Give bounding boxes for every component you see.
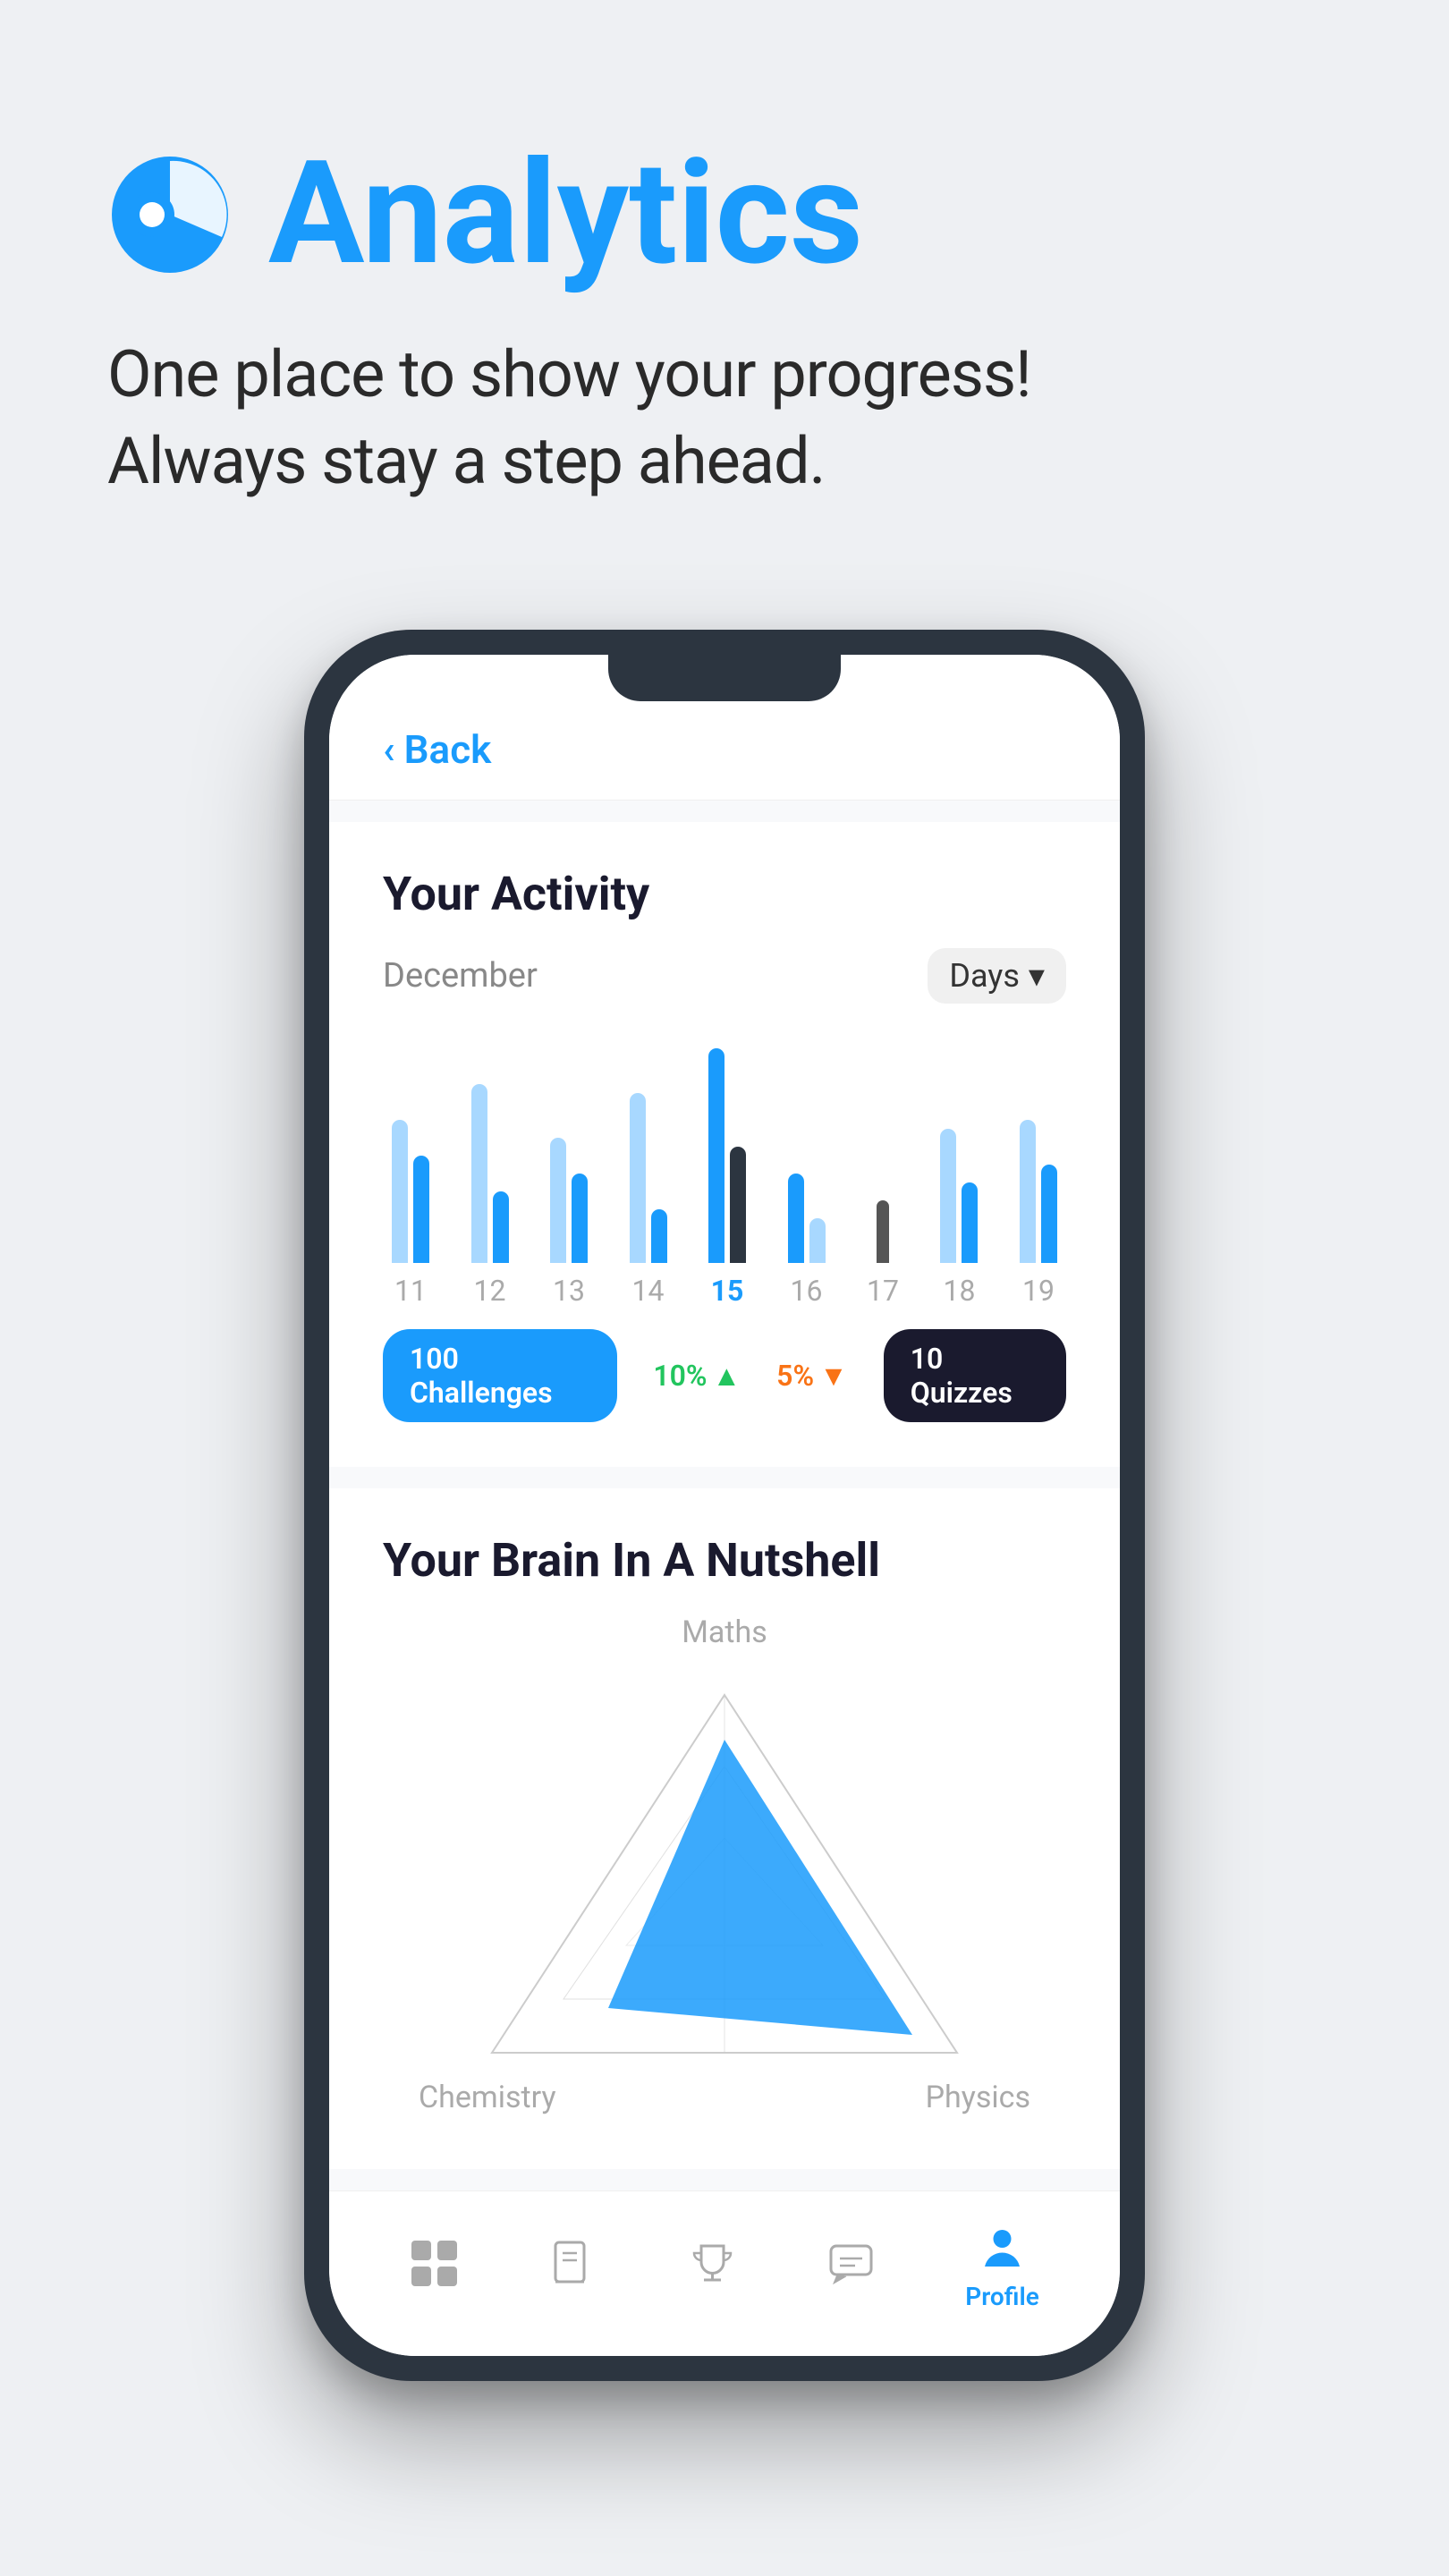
- radar-label-physics: Physics: [926, 2080, 1030, 2115]
- bar-group-17: 17: [867, 1030, 899, 1308]
- up-arrow-icon: ▲: [713, 1359, 741, 1393]
- back-label: Back: [404, 726, 492, 773]
- bar-dark-19: [1041, 1165, 1057, 1263]
- challenges-badge: 100 Challenges: [383, 1329, 617, 1422]
- header-section: Analytics One place to show your progres…: [0, 0, 1449, 558]
- bar-light-18: [940, 1129, 956, 1263]
- phone-container: ‹ Back Your Activity December Days ▾: [0, 630, 1449, 2381]
- bar-light-13: [550, 1138, 566, 1263]
- bar-black-15: [730, 1147, 746, 1263]
- person-icon: [978, 2224, 1027, 2273]
- down-stat: 5% ▼: [776, 1359, 848, 1393]
- title-row: Analytics: [107, 143, 1342, 286]
- trophy-icon: [688, 2239, 737, 2288]
- bottom-nav: Profile: [329, 2190, 1120, 2356]
- brain-section: Your Brain In A Nutshell Maths: [329, 1488, 1120, 2169]
- subtitle: One place to show your progress! Always …: [107, 331, 1342, 504]
- bar-group-11: 11: [392, 1030, 429, 1308]
- bar-wrapper-16: [788, 1030, 826, 1263]
- bar-light-16: [809, 1218, 826, 1263]
- bar-group-12: 12: [471, 1030, 509, 1308]
- days-label: Days: [949, 957, 1020, 995]
- bar-dark-15: [708, 1048, 724, 1263]
- bar-label-12: 12: [474, 1274, 506, 1308]
- bar-label-19: 19: [1022, 1274, 1055, 1308]
- bar-label-18: 18: [943, 1274, 975, 1308]
- nav-item-profile[interactable]: Profile: [965, 2224, 1039, 2311]
- challenges-label: Challenges: [410, 1376, 553, 1410]
- radar-svg: [447, 1668, 1002, 2097]
- bar-wrapper-14: [630, 1030, 667, 1263]
- dropdown-arrow-icon: ▾: [1029, 957, 1045, 995]
- bar-label-13: 13: [553, 1274, 585, 1308]
- bar-light-19: [1020, 1120, 1036, 1263]
- down-percent: 5%: [776, 1359, 814, 1393]
- bar-group-19: 19: [1020, 1030, 1057, 1308]
- bar-label-15: 15: [711, 1274, 744, 1308]
- screen-content: ‹ Back Your Activity December Days ▾: [329, 655, 1120, 2356]
- days-dropdown[interactable]: Days ▾: [928, 948, 1066, 1004]
- bar-dark-11: [413, 1156, 429, 1263]
- phone-frame: ‹ Back Your Activity December Days ▾: [304, 630, 1145, 2381]
- phone-screen: ‹ Back Your Activity December Days ▾: [329, 655, 1120, 2356]
- radar-label-maths: Maths: [682, 1614, 767, 1650]
- bar-chart: 11 12: [383, 1039, 1066, 1308]
- bar-label-17: 17: [867, 1274, 899, 1308]
- grid-icon: [410, 2239, 459, 2288]
- bar-group-13: 13: [550, 1030, 588, 1308]
- month-label: December: [383, 956, 538, 996]
- brain-title: Your Brain In A Nutshell: [383, 1533, 1066, 1588]
- bar-wrapper-12: [471, 1030, 509, 1263]
- page-title: Analytics: [268, 143, 863, 286]
- down-arrow-icon: ▼: [819, 1359, 848, 1393]
- bar-dark-13: [572, 1174, 588, 1263]
- bar-group-15: 15: [708, 1030, 746, 1308]
- bar-wrapper-11: [392, 1030, 429, 1263]
- nav-item-home[interactable]: [410, 2239, 459, 2297]
- bar-dark-12: [493, 1191, 509, 1263]
- stats-row: 100 Challenges 10% ▲ 5% ▼ 10: [383, 1329, 1066, 1422]
- bar-group-18: 18: [940, 1030, 978, 1308]
- phone-notch: [608, 655, 841, 701]
- bar-dark-14: [651, 1209, 667, 1263]
- quizzes-count: 10: [911, 1342, 944, 1376]
- bar-wrapper-15: [708, 1030, 746, 1263]
- bar-black-17: [877, 1200, 889, 1263]
- activity-section: Your Activity December Days ▾: [329, 822, 1120, 1467]
- up-stat: 10% ▲: [653, 1359, 741, 1393]
- bar-light-12: [471, 1084, 487, 1263]
- bar-group-16: 16: [788, 1030, 826, 1308]
- radar-label-chemistry: Chemistry: [419, 2080, 556, 2115]
- nav-label-profile: Profile: [965, 2282, 1039, 2311]
- bar-wrapper-17: [877, 1030, 889, 1263]
- radar-chart: Maths: [383, 1614, 1066, 2115]
- bar-wrapper-19: [1020, 1030, 1057, 1263]
- book-icon: [548, 2239, 597, 2288]
- nav-item-chat[interactable]: [826, 2239, 876, 2297]
- bar-wrapper-13: [550, 1030, 588, 1263]
- bar-dark-18: [962, 1182, 978, 1263]
- bar-label-14: 14: [632, 1274, 665, 1308]
- quizzes-badge: 10 Quizzes: [884, 1329, 1066, 1422]
- nav-item-trophy[interactable]: [688, 2239, 737, 2297]
- nav-item-book[interactable]: [548, 2239, 597, 2297]
- bar-label-11: 11: [394, 1274, 427, 1308]
- back-button[interactable]: ‹ Back: [383, 726, 1066, 773]
- back-chevron-icon: ‹: [383, 726, 395, 773]
- bar-label-16: 16: [791, 1274, 823, 1308]
- bar-light-14: [630, 1093, 646, 1263]
- bar-group-14: 14: [630, 1030, 667, 1308]
- analytics-icon: [107, 152, 233, 277]
- bar-light-11: [392, 1120, 408, 1263]
- bar-dark-16: [788, 1174, 804, 1263]
- activity-header: December Days ▾: [383, 948, 1066, 1004]
- up-percent: 10%: [653, 1359, 707, 1393]
- activity-title: Your Activity: [383, 867, 1066, 921]
- bar-wrapper-18: [940, 1030, 978, 1263]
- quizzes-label: Quizzes: [911, 1376, 1013, 1410]
- challenges-count: 100: [410, 1342, 459, 1376]
- chat-icon: [826, 2239, 876, 2288]
